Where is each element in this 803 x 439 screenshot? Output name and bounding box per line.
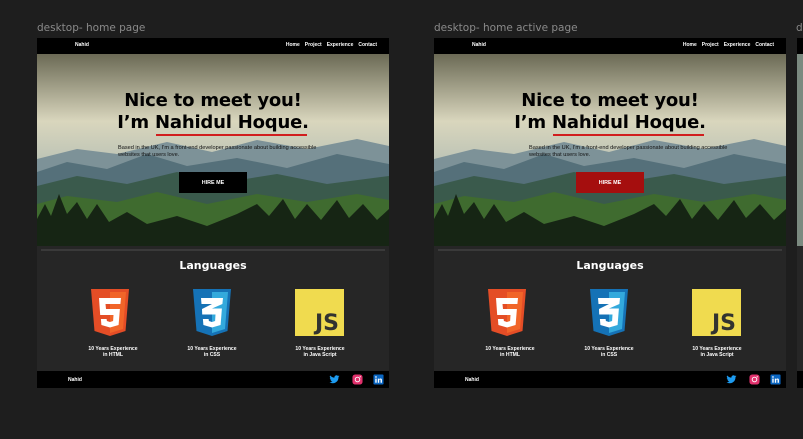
- footer-logo[interactable]: Nahid: [465, 377, 479, 383]
- nav-link-project[interactable]: Project: [305, 42, 322, 48]
- html5-icon: [91, 289, 129, 336]
- frame-label: desktop- home active page: [434, 22, 578, 34]
- nav-link-contact[interactable]: Contact: [358, 42, 377, 48]
- partial-footer: [797, 371, 803, 388]
- css-experience-text: 10 Years Experience in CSS: [187, 346, 237, 358]
- hire-me-button[interactable]: HIRE ME: [179, 172, 247, 193]
- nav-link-experience[interactable]: Experience: [724, 42, 751, 48]
- languages-heading: Languages: [179, 259, 247, 272]
- svg-text:JS: JS: [313, 311, 339, 336]
- partial-hero: [797, 54, 803, 246]
- instagram-icon[interactable]: [352, 374, 363, 385]
- linkedin-icon[interactable]: [770, 374, 781, 385]
- nav-link-project[interactable]: Project: [702, 42, 719, 48]
- html-experience-text: 10 Years Experience in HTML: [485, 346, 535, 358]
- section-divider: [438, 249, 782, 251]
- hero-description: Based in the UK, I’m a front-end develop…: [118, 145, 317, 158]
- hero-section: Nice to meet you! I’m Nahidul Hoque. Bas…: [434, 54, 786, 246]
- frame-label: desktop- home page: [37, 22, 146, 34]
- section-divider: [41, 249, 385, 251]
- hero-name: I’m Nahidul Hoque.: [514, 112, 706, 133]
- html-experience-text: 10 Years Experience in HTML: [88, 346, 138, 358]
- nav-logo[interactable]: Nahid: [472, 42, 486, 48]
- footer: Nahid: [37, 371, 389, 388]
- navbar: Nahid Home Project Experience Contact: [37, 38, 389, 54]
- languages-heading: Languages: [576, 259, 644, 272]
- nav-link-experience[interactable]: Experience: [327, 42, 354, 48]
- hero-description: Based in the UK, I’m a front-end develop…: [529, 145, 728, 158]
- css3-icon: [193, 289, 231, 336]
- javascript-icon: JS: [295, 289, 344, 336]
- partial-navbar: [797, 38, 803, 54]
- nav-logo[interactable]: Nahid: [75, 42, 89, 48]
- css3-icon: [590, 289, 628, 336]
- name-underline: [156, 134, 307, 136]
- footer-logo[interactable]: Nahid: [68, 377, 82, 383]
- js-experience-text: 10 Years Experience in Java Script: [295, 346, 345, 358]
- css-experience-text: 10 Years Experience in CSS: [584, 346, 634, 358]
- js-experience-text: 10 Years Experience in Java Script: [692, 346, 742, 358]
- navbar: Nahid Home Project Experience Contact: [434, 38, 786, 54]
- twitter-icon[interactable]: [726, 374, 737, 385]
- html5-icon: [488, 289, 526, 336]
- nav-link-home[interactable]: Home: [683, 42, 697, 48]
- svg-text:JS: JS: [710, 311, 736, 336]
- linkedin-icon[interactable]: [373, 374, 384, 385]
- footer: Nahid: [434, 371, 786, 388]
- hire-me-button-active[interactable]: HIRE ME: [576, 172, 644, 193]
- javascript-icon: JS: [692, 289, 741, 336]
- desktop-home-active-frame: Nahid Home Project Experience Contact Ni…: [434, 38, 786, 388]
- hero-greeting: Nice to meet you!: [521, 90, 699, 111]
- hero-section: Nice to meet you! I’m Nahidul Hoque. Bas…: [37, 54, 389, 246]
- name-underline: [553, 134, 704, 136]
- frame-label-partial: d: [796, 22, 803, 34]
- instagram-icon[interactable]: [749, 374, 760, 385]
- hero-greeting: Nice to meet you!: [124, 90, 302, 111]
- nav-link-home[interactable]: Home: [286, 42, 300, 48]
- twitter-icon[interactable]: [329, 374, 340, 385]
- hero-name: I’m Nahidul Hoque.: [117, 112, 309, 133]
- desktop-home-frame: Nahid Home Project Experience Contact Ni…: [37, 38, 389, 388]
- nav-link-contact[interactable]: Contact: [755, 42, 774, 48]
- partial-frame: [797, 38, 803, 388]
